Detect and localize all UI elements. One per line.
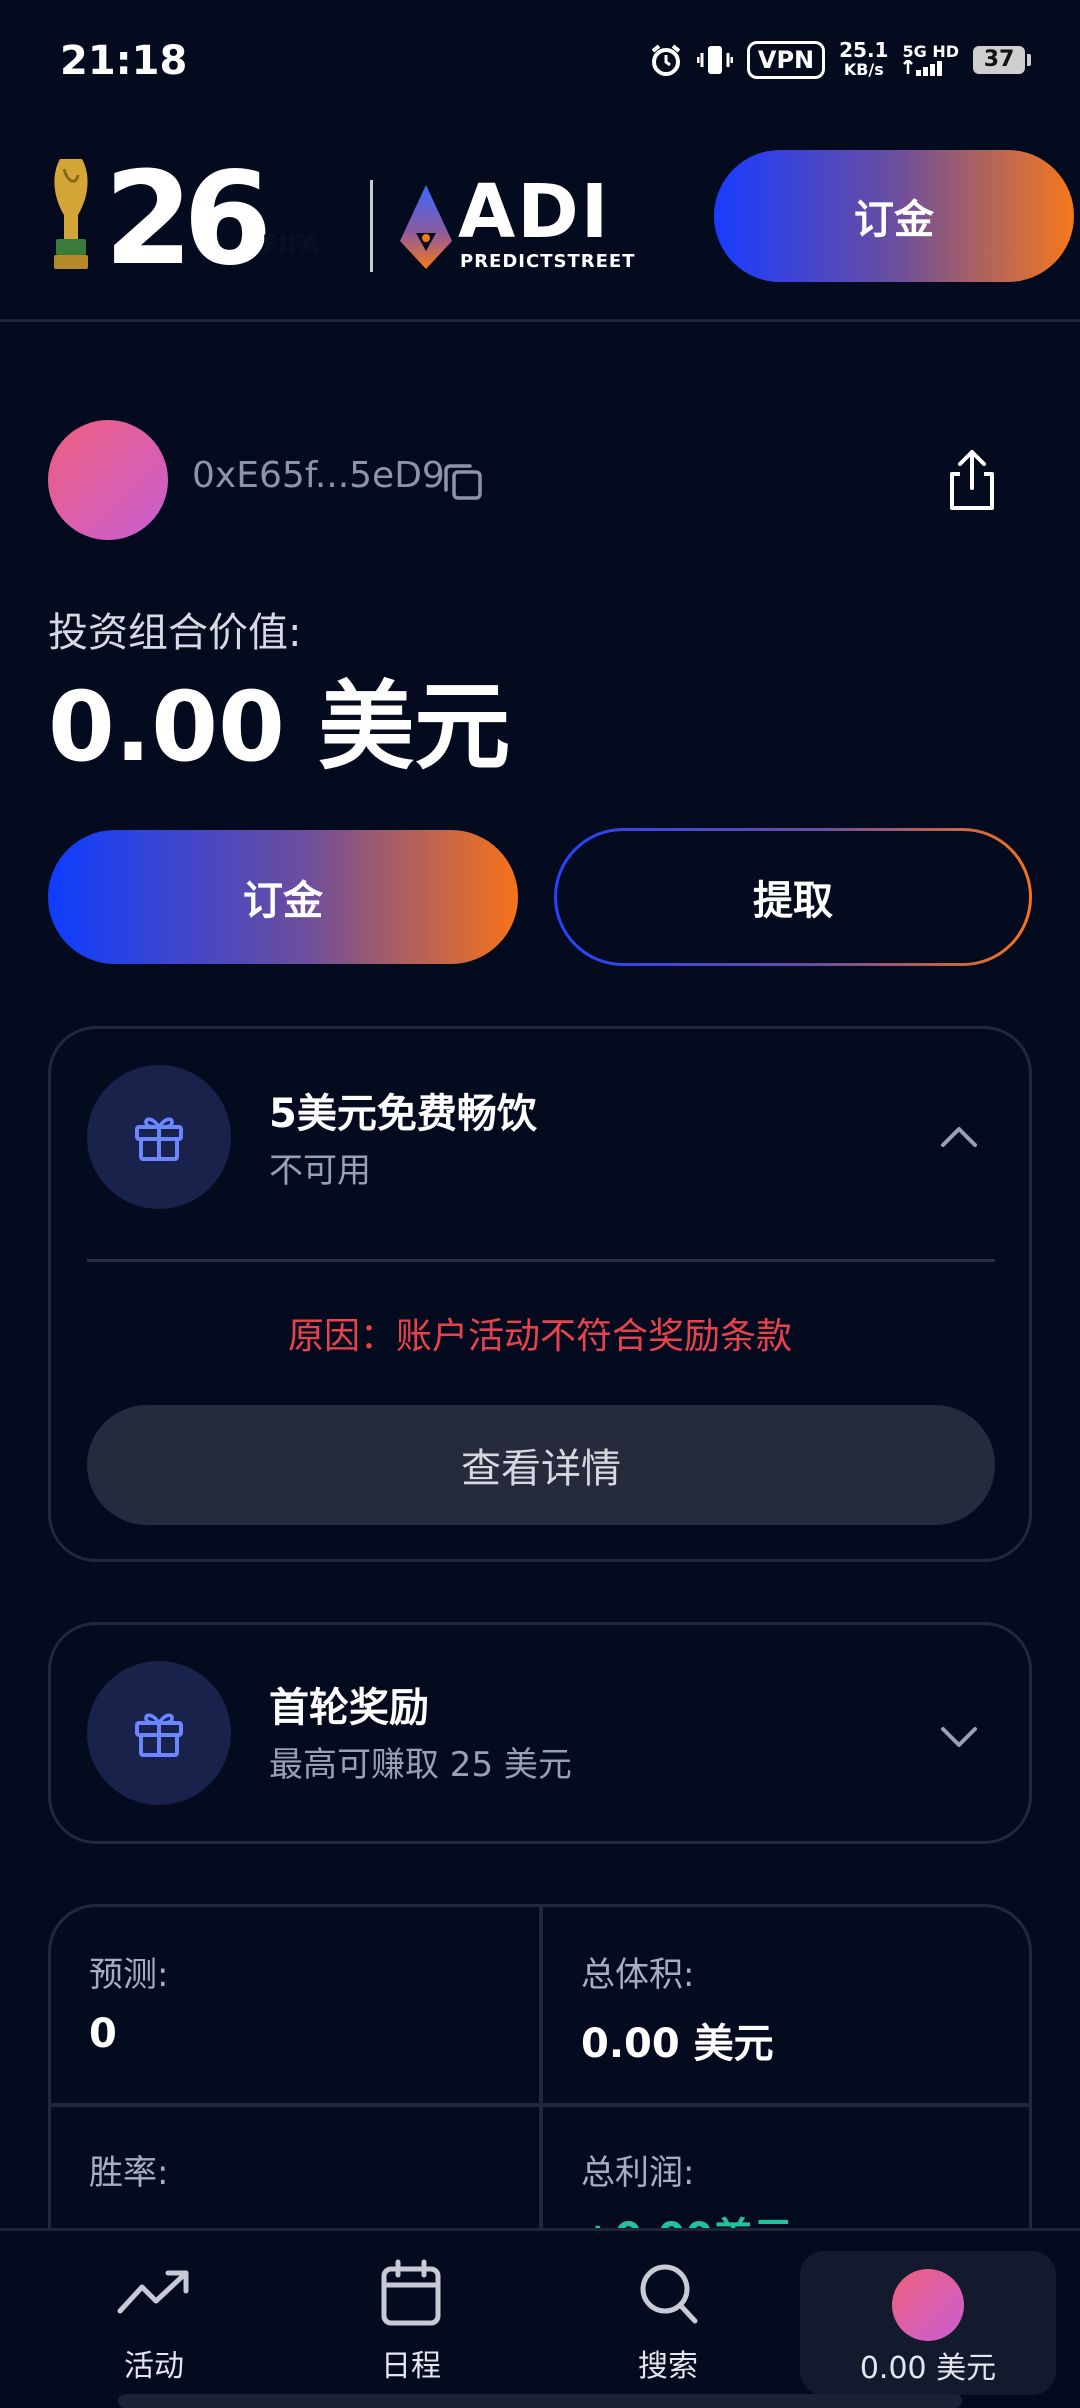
app-header: 26 FIFA ADI PREDICTSTREET 订金 <box>0 130 1080 322</box>
gift-icon <box>135 1117 183 1161</box>
portfolio-value-label: 投资组合价值: <box>48 610 302 656</box>
copy-icon[interactable] <box>440 458 486 504</box>
battery-icon: 37 <box>973 46 1031 74</box>
volume-value: 0.00 美元 <box>581 2021 774 2067</box>
portfolio-value: 0.00 美元 <box>48 671 511 783</box>
brand-subtitle: PREDICTSTREET <box>460 251 636 272</box>
reward-card-first-round[interactable]: 首轮奖励 最高可赚取 25 美元 <box>48 1622 1032 1844</box>
status-icons: VPN 25.1 KB/s 5G HD 37 <box>649 40 1031 80</box>
home-indicator[interactable] <box>118 2394 962 2408</box>
world-cup-trophy-logo <box>54 159 88 269</box>
withdraw-button[interactable]: 提取 <box>554 828 1032 966</box>
reward-title: 5美元免费畅饮 <box>269 1091 537 1137</box>
stats-divider-horizontal <box>51 2103 1029 2107</box>
network-speed: 25.1 KB/s <box>839 40 888 80</box>
avatar <box>892 2269 964 2341</box>
vibrate-icon <box>696 46 733 74</box>
alarm-icon <box>651 44 681 76</box>
ineligible-reason: 原因：账户活动不符合奖励条款 <box>287 1316 792 1357</box>
chevron-up-icon[interactable] <box>939 1125 979 1149</box>
gift-icon-circle <box>87 1661 231 1805</box>
reward-subtitle: 最高可赚取 25 美元 <box>269 1745 572 1785</box>
gift-icon-circle <box>87 1065 231 1209</box>
chevron-down-icon[interactable] <box>939 1725 979 1749</box>
predictions-label: 预测: <box>89 1955 169 1995</box>
nav-item-activity[interactable]: 活动 <box>54 2231 254 2384</box>
winrate-label: 胜率: <box>89 2153 169 2193</box>
gift-icon <box>135 1713 183 1757</box>
share-icon[interactable] <box>944 448 1000 512</box>
nav-item-schedule[interactable]: 日程 <box>311 2231 511 2384</box>
adi-logo-icon <box>400 185 452 269</box>
speed-value: 25.1 <box>839 38 889 62</box>
logo-fifa: FIFA <box>262 230 320 258</box>
status-bar: 21:18 VPN 25.1 KB/s 5G HD 37 <box>0 0 1080 130</box>
status-time: 21:18 <box>60 38 188 84</box>
calendar-icon <box>381 2259 441 2326</box>
trending-icon <box>117 2270 189 2314</box>
network-type: 5G HD <box>902 42 959 61</box>
deposit-button[interactable]: 订金 <box>48 830 518 964</box>
vpn-icon: VPN <box>746 41 826 79</box>
volume-label: 总体积: <box>581 1955 695 1995</box>
logo-26: 26 <box>104 145 272 294</box>
search-icon <box>640 2264 698 2324</box>
speed-unit: KB/s <box>843 60 884 79</box>
profit-label: 总利润: <box>581 2153 695 2193</box>
reward-status: 不可用 <box>269 1151 371 1191</box>
view-details-button[interactable]: 查看详情 <box>87 1405 995 1525</box>
avatar[interactable] <box>48 420 168 540</box>
reward-card-free-bet: 5美元免费畅饮 不可用 原因：账户活动不符合奖励条款 查看详情 <box>48 1026 1032 1562</box>
card-divider <box>87 1259 995 1262</box>
withdraw-button-label: 提取 <box>557 831 1029 963</box>
wallet-address: 0xE65f...5eD9 <box>192 455 445 496</box>
logo-divider <box>370 180 373 272</box>
nav-item-search[interactable]: 搜索 <box>568 2231 768 2384</box>
nav-label: 活动 <box>124 2349 184 2384</box>
nav-item-portfolio[interactable]: 0.00 美元 <box>800 2251 1056 2395</box>
brand-name: ADI <box>458 169 611 255</box>
nav-label: 日程 <box>381 2349 441 2384</box>
predictions-value: 0 <box>89 2011 117 2057</box>
signal-icon: 5G HD <box>902 44 959 76</box>
nav-label: 搜索 <box>638 2349 698 2384</box>
bottom-nav: 活动 日程 搜索 0.00 美元 <box>0 2228 1080 2408</box>
header-deposit-button[interactable]: 订金 <box>714 150 1074 282</box>
reward-title: 首轮奖励 <box>269 1685 429 1731</box>
nav-label: 0.00 美元 <box>859 2351 997 2386</box>
